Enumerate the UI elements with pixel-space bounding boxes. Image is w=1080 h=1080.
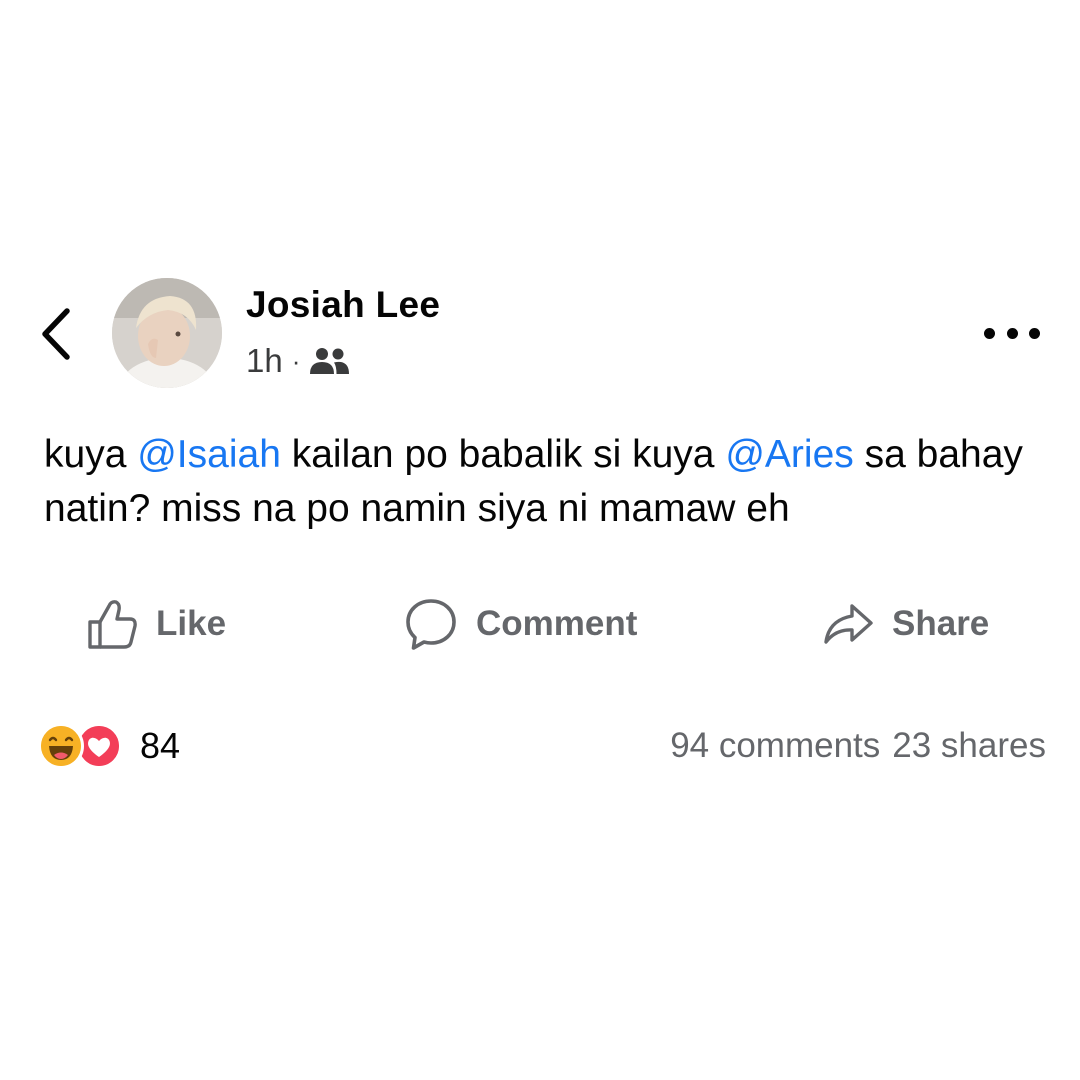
reaction-summary[interactable]: 84: [38, 722, 180, 770]
comment-label: Comment: [476, 604, 638, 643]
more-options-icon: [984, 327, 995, 339]
friends-icon[interactable]: [308, 346, 350, 376]
mention-aries[interactable]: @Aries: [725, 433, 853, 476]
like-button[interactable]: Like: [86, 592, 226, 656]
chevron-left-icon: [42, 308, 70, 360]
back-button[interactable]: [36, 306, 76, 362]
comment-count[interactable]: 94 comments: [670, 726, 880, 766]
post-stats: 94 comments 23 shares: [670, 722, 1046, 770]
post-meta: 1h ·: [246, 338, 350, 384]
post-text-segment: kuya: [44, 433, 138, 476]
author-name[interactable]: Josiah Lee: [246, 284, 440, 326]
reaction-count: 84: [140, 725, 181, 766]
speech-bubble-icon: [406, 599, 456, 650]
comment-button[interactable]: Comment: [404, 592, 637, 656]
like-label: Like: [156, 604, 227, 643]
share-button[interactable]: Share: [822, 592, 989, 656]
mention-isaiah[interactable]: @Isaiah: [137, 433, 281, 476]
more-options-icon: [1029, 327, 1040, 339]
post-time[interactable]: 1h: [246, 342, 283, 380]
meta-separator: ·: [291, 345, 301, 376]
more-options-button[interactable]: [984, 316, 1040, 350]
more-options-icon: [1006, 327, 1018, 339]
post-text-segment: kailan po babalik si kuya: [280, 433, 726, 476]
share-arrow-icon: [824, 604, 873, 644]
haha-reaction-icon: [38, 723, 84, 769]
thumbs-up-icon: [88, 600, 137, 649]
share-count[interactable]: 23 shares: [892, 726, 1046, 766]
avatar[interactable]: [112, 278, 222, 388]
avatar-photo: [112, 278, 222, 388]
share-label: Share: [892, 604, 990, 643]
post-text: kuya @Isaiah kailan po babalik si kuya @…: [44, 428, 1054, 536]
